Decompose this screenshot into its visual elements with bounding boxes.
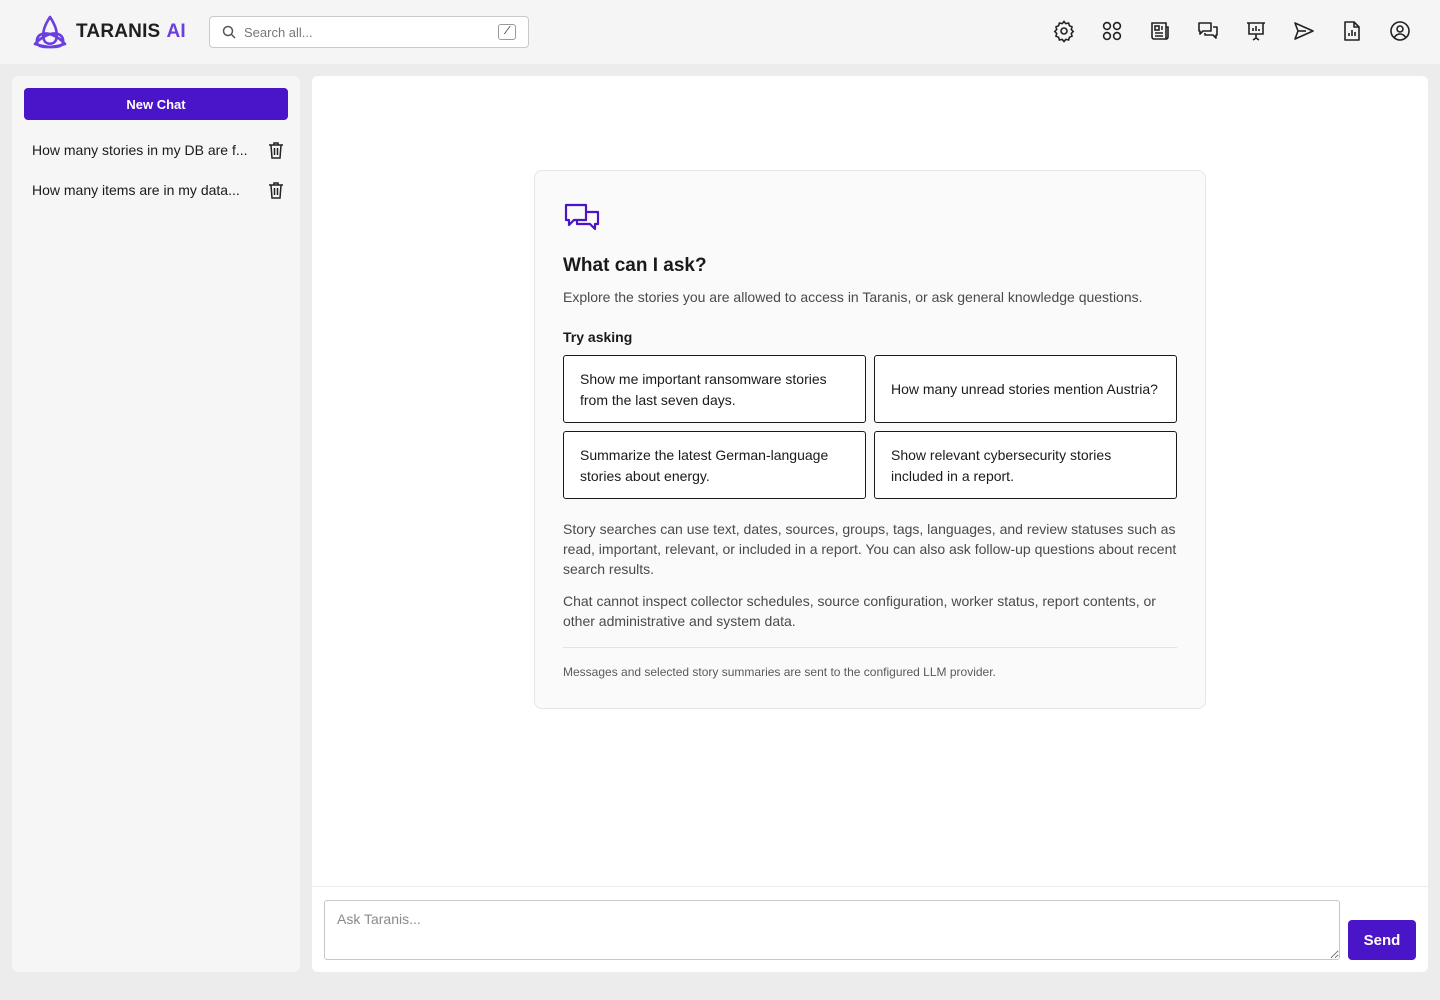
brand-suffix: AI	[166, 21, 186, 42]
dashboard-icon[interactable]	[1098, 17, 1126, 45]
taranis-logo-icon	[33, 15, 67, 49]
delete-chat-button[interactable]	[264, 138, 288, 162]
chat-icon[interactable]	[1194, 17, 1222, 45]
news-icon[interactable]	[1146, 17, 1174, 45]
chat-history-item[interactable]: How many stories in my DB are f...	[24, 134, 288, 166]
trash-icon	[269, 142, 283, 159]
chat-history-item[interactable]: How many items are in my data...	[24, 174, 288, 206]
suggestion-button[interactable]: Show relevant cybersecurity stories incl…	[874, 431, 1177, 499]
delete-chat-button[interactable]	[264, 178, 288, 202]
top-nav	[1050, 17, 1434, 45]
chat-history-title: How many stories in my DB are f...	[32, 142, 248, 158]
chat-input[interactable]	[324, 900, 1340, 960]
chat-history-title: How many items are in my data...	[32, 182, 240, 198]
limitations-text: Chat cannot inspect collector schedules,…	[563, 593, 1156, 629]
brand-logo[interactable]: TARANIS AI	[32, 14, 186, 50]
chat-main-panel: What can I ask? Explore the stories you …	[312, 76, 1428, 972]
welcome-card: What can I ask? Explore the stories you …	[534, 170, 1206, 709]
global-search[interactable]: /	[209, 16, 529, 48]
chat-bubbles-icon	[564, 203, 600, 231]
new-chat-button[interactable]: New Chat	[24, 88, 288, 120]
search-input[interactable]	[244, 24, 484, 40]
send-icon[interactable]	[1290, 17, 1318, 45]
suggestion-button[interactable]: Summarize the latest German-language sto…	[563, 431, 866, 499]
settings-icon[interactable]	[1050, 17, 1078, 45]
top-bar: TARANISAI /	[0, 0, 1440, 64]
welcome-intro: Explore the stories you are allowed to a…	[563, 289, 1143, 305]
suggestion-button[interactable]: Show me important ransomware stories fro…	[563, 355, 866, 423]
search-icon	[222, 25, 236, 39]
send-button[interactable]: Send	[1348, 920, 1416, 960]
welcome-title: What can I ask?	[563, 255, 707, 276]
composer-divider	[312, 886, 1428, 887]
report-icon[interactable]	[1338, 17, 1366, 45]
brand-name: TARANIS AI	[76, 21, 186, 43]
divider	[563, 647, 1177, 648]
search-shortcut-hint: /	[498, 24, 516, 40]
brand-name-text: TARANIS	[76, 21, 161, 42]
presentation-icon[interactable]	[1242, 17, 1270, 45]
try-asking-label: Try asking	[563, 329, 633, 345]
account-icon[interactable]	[1386, 17, 1414, 45]
chat-sidebar: New Chat How many stories in my DB are f…	[12, 76, 300, 972]
search-capabilities-text: Story searches can use text, dates, sour…	[563, 521, 1177, 577]
trash-icon	[269, 182, 283, 199]
suggestion-button[interactable]: How many unread stories mention Austria?	[874, 355, 1177, 423]
privacy-note: Messages and selected story summaries ar…	[563, 665, 996, 679]
